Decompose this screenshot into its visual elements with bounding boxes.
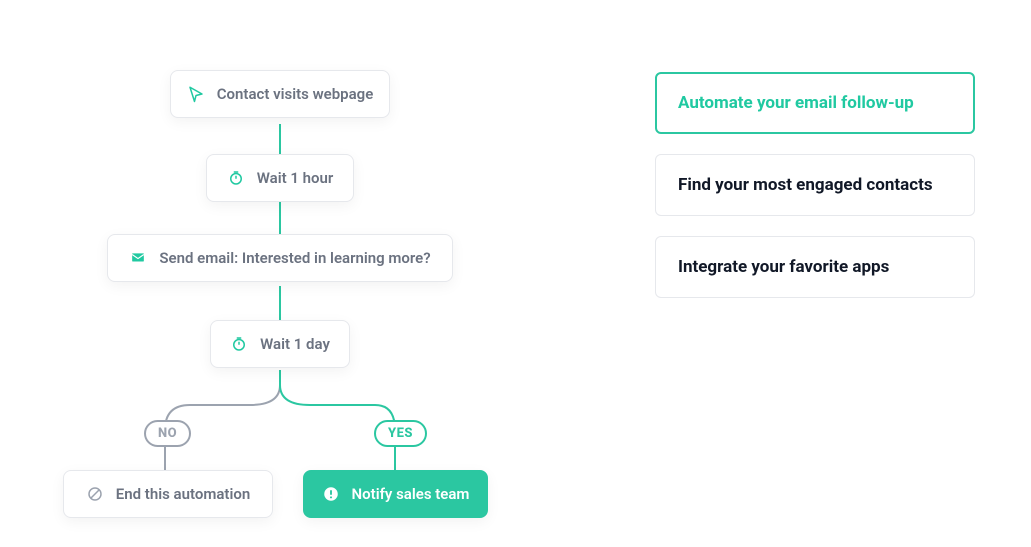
branch-pill-yes: YES: [374, 420, 427, 447]
flow-node-label: End this automation: [116, 485, 250, 503]
flow-node-wait-1d[interactable]: Wait 1 day: [210, 320, 350, 368]
option-find-engaged-contacts[interactable]: Find your most engaged contacts: [655, 154, 975, 216]
flow-node-label: Notify sales team: [352, 485, 470, 503]
flow-node-label: Wait 1 hour: [257, 169, 334, 187]
branch-pill-no: NO: [144, 420, 191, 447]
automation-flow-diagram: Contact visits webpage Wait 1 hour Send …: [55, 70, 545, 540]
cursor-icon: [187, 85, 205, 103]
mail-icon: [129, 249, 147, 267]
option-label: Integrate your favorite apps: [678, 257, 889, 277]
option-label: Find your most engaged contacts: [678, 175, 933, 195]
timer-icon: [230, 335, 248, 353]
use-case-list: Automate your email follow-up Find your …: [655, 72, 975, 298]
alert-icon: [322, 485, 340, 503]
stop-icon: [86, 485, 104, 503]
flow-node-label: Contact visits webpage: [217, 85, 374, 103]
flow-node-send-email[interactable]: Send email: Interested in learning more?: [107, 234, 453, 282]
timer-icon: [227, 169, 245, 187]
flow-node-notify[interactable]: Notify sales team: [303, 470, 488, 518]
option-label: Automate your email follow-up: [678, 93, 914, 113]
flow-node-label: Send email: Interested in learning more?: [159, 249, 430, 267]
flow-node-start[interactable]: Contact visits webpage: [170, 70, 390, 118]
flow-node-label: Wait 1 day: [260, 335, 330, 353]
option-automate-email-followup[interactable]: Automate your email follow-up: [655, 72, 975, 134]
flow-node-wait-1h[interactable]: Wait 1 hour: [206, 154, 354, 202]
option-integrate-apps[interactable]: Integrate your favorite apps: [655, 236, 975, 298]
flow-node-end[interactable]: End this automation: [63, 470, 273, 518]
